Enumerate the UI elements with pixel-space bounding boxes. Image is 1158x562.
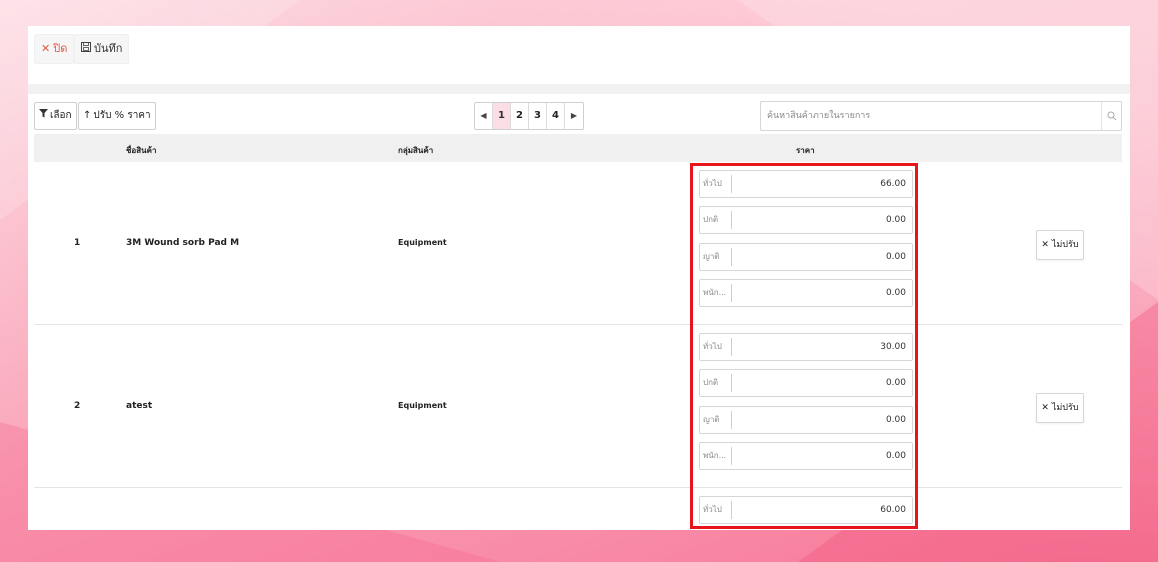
page-3-button[interactable]: 3 [529, 103, 547, 129]
filter-icon [39, 103, 48, 129]
top-toolbar: ✕ ปิด บันทึก [28, 26, 1130, 84]
product-group: Equipment [398, 238, 447, 247]
search-box [760, 101, 1122, 131]
price-label: ปกติ [700, 374, 732, 392]
x-icon: ✕ [1041, 403, 1049, 413]
close-button[interactable]: ✕ ปิด [34, 34, 75, 64]
search-input[interactable] [761, 102, 1101, 130]
no-adjust-button[interactable]: ✕ ไม่ปรับ [1036, 230, 1084, 260]
page-1-button[interactable]: 1 [493, 103, 511, 129]
price-general-field[interactable]: ทั่วไป 30.00 [699, 333, 913, 361]
main-panel: ✕ ปิด บันทึก เลือก ↑ ปรับ % ราคา ◀ 1 2 3… [28, 26, 1130, 530]
save-button[interactable]: บันทึก [74, 34, 130, 64]
price-relative-field[interactable]: ญาติ 0.00 [699, 406, 913, 434]
next-page-button[interactable]: ▶ [565, 103, 583, 129]
price-label: พนัก... [700, 284, 732, 302]
price-staff-field[interactable]: พนัก... 0.00 [699, 442, 913, 470]
price-label: พนัก... [700, 447, 732, 465]
table-row: 2 atest Equipment ทั่วไป 30.00 ปกติ 0.00… [34, 325, 1122, 488]
header-group: กลุ่มสินค้า [398, 146, 434, 155]
adjust-price-button[interactable]: ↑ ปรับ % ราคา [78, 102, 156, 130]
table-row: ทั่วไป 60.00 [34, 488, 1122, 530]
price-label: ทั่วไป [700, 338, 732, 356]
row-number: 1 [74, 238, 81, 248]
price-value: 0.00 [885, 252, 906, 262]
list-toolbar: เลือก ↑ ปรับ % ราคา ◀ 1 2 3 4 ▶ [28, 94, 1130, 134]
row-number: 2 [74, 401, 81, 411]
price-value: 0.00 [885, 415, 906, 425]
select-button[interactable]: เลือก [34, 102, 77, 130]
price-value: 60.00 [880, 505, 906, 515]
product-group: Equipment [398, 401, 447, 410]
price-label: ทั่วไป [700, 175, 732, 193]
price-general-field[interactable]: ทั่วไป 60.00 [699, 496, 913, 524]
price-relative-field[interactable]: ญาติ 0.00 [699, 243, 913, 271]
price-normal-field[interactable]: ปกติ 0.00 [699, 206, 913, 234]
table-row: 1 3M Wound sorb Pad M Equipment ทั่วไป 6… [34, 162, 1122, 325]
no-adjust-button[interactable]: ✕ ไม่ปรับ [1036, 393, 1084, 423]
price-value: 66.00 [880, 179, 906, 189]
price-value: 0.00 [885, 378, 906, 388]
price-normal-field[interactable]: ปกติ 0.00 [699, 369, 913, 397]
table-header: ชื่อสินค้า กลุ่มสินค้า ราคา [34, 134, 1122, 162]
arrow-up-icon: ↑ [83, 110, 92, 121]
product-name: 3M Wound sorb Pad M [126, 238, 240, 248]
price-value: 30.00 [880, 342, 906, 352]
price-staff-field[interactable]: พนัก... 0.00 [699, 279, 913, 307]
price-value: 0.00 [885, 215, 906, 225]
page-2-button[interactable]: 2 [511, 103, 529, 129]
prev-page-button[interactable]: ◀ [475, 103, 493, 129]
header-name: ชื่อสินค้า [126, 146, 157, 155]
save-icon [81, 35, 91, 63]
header-price: ราคา [796, 146, 815, 155]
price-value: 0.00 [885, 451, 906, 461]
product-name: atest [126, 401, 153, 411]
price-value: 0.00 [885, 288, 906, 298]
price-label: ทั่วไป [700, 501, 732, 519]
x-icon: ✕ [41, 42, 51, 55]
separator-band [28, 84, 1130, 94]
pagination: ◀ 1 2 3 4 ▶ [474, 102, 584, 130]
page-4-button[interactable]: 4 [547, 103, 565, 129]
price-label: ปกติ [700, 211, 732, 229]
price-label: ญาติ [700, 411, 732, 429]
x-icon: ✕ [1041, 240, 1049, 250]
price-label: ญาติ [700, 248, 732, 266]
price-general-field[interactable]: ทั่วไป 66.00 [699, 170, 913, 198]
search-icon[interactable] [1101, 102, 1121, 130]
